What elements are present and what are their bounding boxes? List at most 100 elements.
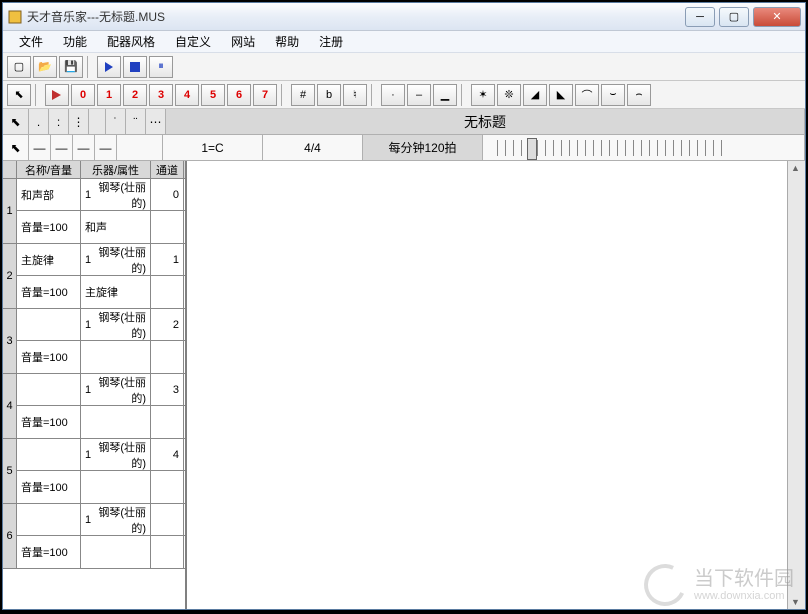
menu-register[interactable]: 注册: [309, 31, 353, 52]
menu-custom[interactable]: 自定义: [165, 31, 221, 52]
play-button[interactable]: [97, 56, 121, 78]
track-volume[interactable]: 音量=100: [17, 276, 81, 308]
stop-button[interactable]: [123, 56, 147, 78]
ornament-1[interactable]: ✶: [471, 84, 495, 106]
track-name[interactable]: [17, 309, 81, 340]
cursor-tool-3[interactable]: [3, 135, 29, 160]
menu-file[interactable]: 文件: [9, 31, 53, 52]
track-channel-empty: [151, 341, 184, 373]
note-1[interactable]: 1: [97, 84, 121, 106]
track-row[interactable]: 41钢琴(壮丽的)3音量=100: [3, 374, 185, 439]
app-window: 天才音乐家---无标题.MUS ─ ▢ ✕ 文件 功能 配器风格 自定义 网站 …: [2, 2, 806, 610]
close-button[interactable]: ✕: [753, 7, 801, 27]
track-instrument[interactable]: 1钢琴(壮丽的): [81, 179, 151, 210]
menu-help[interactable]: 帮助: [265, 31, 309, 52]
key-signature[interactable]: 1=C: [163, 135, 263, 160]
open-button[interactable]: [33, 56, 57, 78]
track-row[interactable]: 1和声部1钢琴(壮丽的)0音量=100和声: [3, 179, 185, 244]
track-channel-empty: [151, 211, 184, 243]
track-volume[interactable]: 音量=100: [17, 471, 81, 503]
track-instrument[interactable]: 1钢琴(壮丽的): [81, 244, 151, 275]
dash-button[interactable]: –: [407, 84, 431, 106]
note-6[interactable]: 6: [227, 84, 251, 106]
time-signature[interactable]: 4/4: [263, 135, 363, 160]
track-instrument[interactable]: 1钢琴(壮丽的): [81, 309, 151, 340]
slur-down-button[interactable]: ⌣: [601, 84, 625, 106]
track-instrument[interactable]: 1钢琴(壮丽的): [81, 374, 151, 405]
menu-arrange-style[interactable]: 配器风格: [97, 31, 165, 52]
track-volume[interactable]: 音量=100: [17, 341, 81, 373]
track-row[interactable]: 61钢琴(壮丽的)音量=100: [3, 504, 185, 569]
cursor-tool[interactable]: [7, 84, 31, 106]
track-name[interactable]: [17, 374, 81, 405]
doubledot-hi-button[interactable]: ¨: [126, 109, 146, 134]
doubledot-lo-button[interactable]: :: [49, 109, 69, 134]
track-attribute[interactable]: [81, 471, 151, 503]
separator: [35, 84, 41, 106]
track-channel[interactable]: 1: [151, 244, 184, 275]
cursor-tool-2[interactable]: [3, 109, 29, 134]
nav-next[interactable]: —: [73, 135, 95, 160]
track-header-channel: 通道: [151, 161, 184, 178]
track-channel[interactable]: 3: [151, 374, 184, 405]
track-header-instr: 乐器/属性: [81, 161, 151, 178]
underline-button[interactable]: ▁: [433, 84, 457, 106]
save-button[interactable]: [59, 56, 83, 78]
track-channel[interactable]: 4: [151, 439, 184, 470]
flag-tool[interactable]: [45, 84, 69, 106]
tie-button[interactable]: ⌢: [627, 84, 651, 106]
new-button[interactable]: [7, 56, 31, 78]
track-instrument[interactable]: 1钢琴(壮丽的): [81, 504, 151, 535]
document-title[interactable]: 无标题: [166, 109, 805, 134]
note-7[interactable]: 7: [253, 84, 277, 106]
track-name[interactable]: 和声部: [17, 179, 81, 210]
note-4[interactable]: 4: [175, 84, 199, 106]
track-volume[interactable]: 音量=100: [17, 211, 81, 243]
track-attribute[interactable]: [81, 536, 151, 568]
note-3[interactable]: 3: [149, 84, 173, 106]
sharp-button[interactable]: #: [291, 84, 315, 106]
slur-up-button[interactable]: ⌒: [575, 84, 599, 106]
ornament-2[interactable]: ❊: [497, 84, 521, 106]
natural-button[interactable]: ♮: [343, 84, 367, 106]
track-instrument[interactable]: 1钢琴(壮丽的): [81, 439, 151, 470]
track-volume[interactable]: 音量=100: [17, 406, 81, 438]
track-row[interactable]: 51钢琴(壮丽的)4音量=100: [3, 439, 185, 504]
pause-button[interactable]: [149, 56, 173, 78]
decrescendo-button[interactable]: ◣: [549, 84, 573, 106]
track-row[interactable]: 31钢琴(壮丽的)2音量=100: [3, 309, 185, 374]
crescendo-button[interactable]: ◢: [523, 84, 547, 106]
menu-function[interactable]: 功能: [53, 31, 97, 52]
track-attribute[interactable]: [81, 406, 151, 438]
nav-first[interactable]: —: [29, 135, 51, 160]
track-name[interactable]: [17, 504, 81, 535]
track-name[interactable]: 主旋律: [17, 244, 81, 275]
tempo-slider[interactable]: [497, 140, 727, 156]
tempo-label[interactable]: 每分钟120拍: [363, 135, 483, 160]
vertical-scrollbar[interactable]: [787, 161, 805, 609]
minimize-button[interactable]: ─: [685, 7, 715, 27]
track-attribute[interactable]: 主旋律: [81, 276, 151, 308]
dot-hi-button[interactable]: ˙: [106, 109, 126, 134]
note-5[interactable]: 5: [201, 84, 225, 106]
track-attribute[interactable]: [81, 341, 151, 373]
menu-website[interactable]: 网站: [221, 31, 265, 52]
score-canvas[interactable]: [187, 161, 787, 609]
note-2[interactable]: 2: [123, 84, 147, 106]
tripledot-lo-button[interactable]: ⋮: [69, 109, 89, 134]
dot-button[interactable]: ·: [381, 84, 405, 106]
flat-button[interactable]: b: [317, 84, 341, 106]
track-channel[interactable]: 2: [151, 309, 184, 340]
dot-lo-button[interactable]: .: [29, 109, 49, 134]
track-channel[interactable]: [151, 504, 184, 535]
track-name[interactable]: [17, 439, 81, 470]
track-volume[interactable]: 音量=100: [17, 536, 81, 568]
nav-prev[interactable]: —: [51, 135, 73, 160]
nav-last[interactable]: —: [95, 135, 117, 160]
maximize-button[interactable]: ▢: [719, 7, 749, 27]
note-0[interactable]: 0: [71, 84, 95, 106]
track-row[interactable]: 2主旋律1钢琴(壮丽的)1音量=100主旋律: [3, 244, 185, 309]
track-channel[interactable]: 0: [151, 179, 184, 210]
tripledot-hi-button[interactable]: ⋯: [146, 109, 166, 134]
track-attribute[interactable]: 和声: [81, 211, 151, 243]
